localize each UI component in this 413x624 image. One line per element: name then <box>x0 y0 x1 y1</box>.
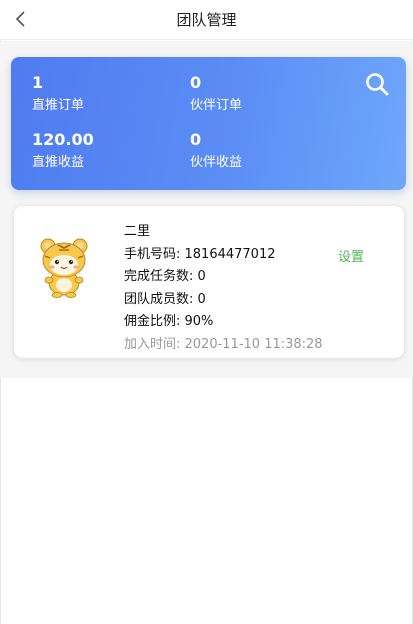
chevron-left-icon <box>15 11 25 27</box>
back-button[interactable] <box>10 8 32 30</box>
stat-direct-earnings: 120.00 直推收益 <box>32 130 94 172</box>
search-button[interactable] <box>364 71 390 97</box>
member-join-time: 加入时间: 2020-11-10 11:38:28 <box>124 336 323 352</box>
stat-value: 0 <box>190 130 202 149</box>
stat-label: 伙伴订单 <box>190 98 243 113</box>
tiger-mascot-icon <box>40 238 88 298</box>
member-name: 二里 <box>124 224 151 239</box>
stat-partner-earnings: 0 伙伴收益 <box>190 130 242 172</box>
stat-value: 120.00 <box>32 130 94 149</box>
stat-label: 直推收益 <box>32 155 85 170</box>
member-commission: 佣金比例: 90% <box>124 314 214 329</box>
member-team-size: 团队成员数: 0 <box>124 291 206 307</box>
stat-direct-orders: 1 直推订单 <box>32 73 84 115</box>
nav-bar: 团队管理 <box>0 0 413 40</box>
settings-button[interactable]: 设置 <box>338 246 364 265</box>
member-card[interactable]: 二里 手机号码: 18164477012 完成任务数: 0 团队成员数: 0 佣… <box>14 206 404 358</box>
search-icon <box>366 73 389 96</box>
stat-label: 伙伴收益 <box>190 155 243 170</box>
stat-partner-orders: 0 伙伴订单 <box>190 73 242 115</box>
stat-value: 0 <box>190 73 202 92</box>
stat-label: 直推订单 <box>32 98 85 113</box>
stat-value: 1 <box>32 73 44 92</box>
stats-card: 1 直推订单 0 伙伴订单 120.00 直推收益 0 伙伴收益 <box>11 57 406 190</box>
member-info: 二里 手机号码: 18164477012 完成任务数: 0 团队成员数: 0 佣… <box>124 221 323 356</box>
member-phone: 手机号码: 18164477012 <box>124 246 276 262</box>
avatar <box>34 234 94 298</box>
member-tasks: 完成任务数: 0 <box>124 269 206 284</box>
page-title: 团队管理 <box>176 11 237 29</box>
